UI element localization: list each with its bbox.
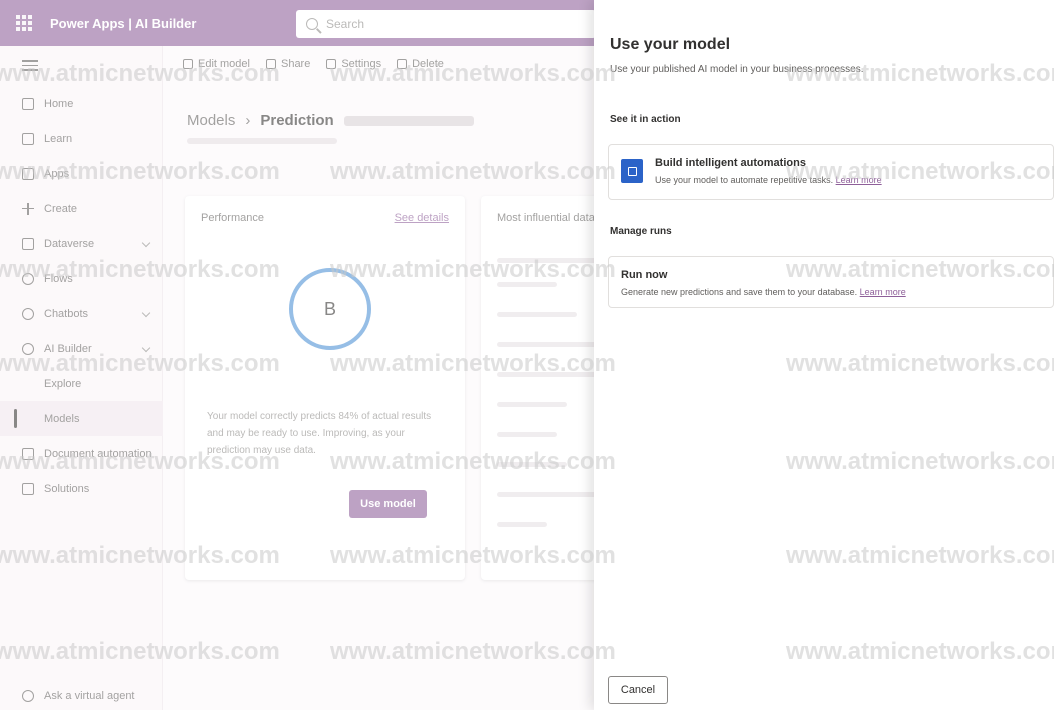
learn-more-link[interactable]: Learn more: [860, 287, 906, 297]
modal-overlay[interactable]: [0, 0, 594, 710]
option-desc-text: Use your model to automate repetitive ta…: [655, 175, 834, 185]
section-see-it-in-action: See it in action: [610, 114, 681, 125]
panel-title: Use your model: [610, 36, 731, 53]
panel-subtitle: Use your published AI model in your busi…: [610, 64, 864, 75]
build-automations-option[interactable]: Build intelligent automations Use your m…: [608, 144, 1054, 200]
option-title: Run now: [621, 269, 668, 281]
power-automate-icon: [621, 159, 643, 183]
cancel-button[interactable]: Cancel: [608, 676, 668, 704]
option-description: Generate new predictions and save them t…: [621, 287, 906, 297]
option-description: Use your model to automate repetitive ta…: [655, 175, 882, 185]
use-model-panel: Use your model Use your published AI mod…: [594, 0, 1054, 710]
learn-more-link[interactable]: Learn more: [836, 175, 882, 185]
option-title: Build intelligent automations: [655, 157, 806, 169]
option-desc-text: Generate new predictions and save them t…: [621, 287, 858, 297]
section-manage-runs: Manage runs: [610, 226, 672, 237]
run-now-option[interactable]: Run now Generate new predictions and sav…: [608, 256, 1054, 308]
